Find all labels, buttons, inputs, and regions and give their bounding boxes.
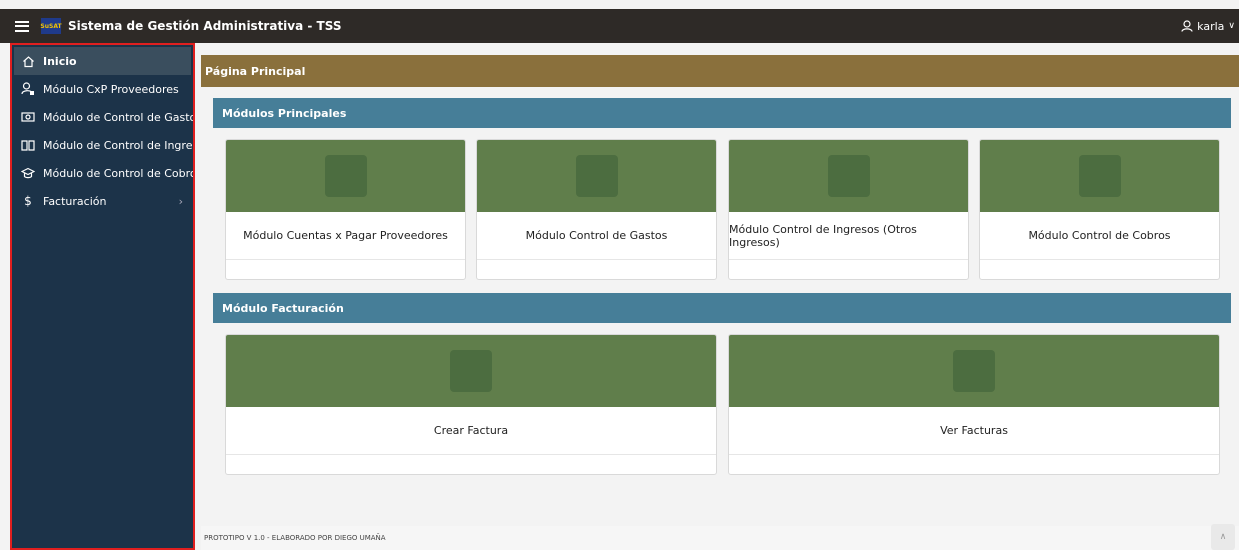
- sidebar-item-control-cobros[interactable]: Módulo de Control de Cobros: [12, 159, 193, 187]
- card-icon-area: [729, 140, 968, 212]
- app-logo: SuSAT: [40, 18, 62, 34]
- sidebar-item-control-ingresos[interactable]: Módulo de Control de Ingresos: [12, 131, 193, 159]
- graduation-icon: [21, 166, 35, 180]
- sidebar-item-cxp-proveedores[interactable]: Módulo CxP Proveedores: [12, 75, 193, 103]
- card-title: Crear Factura: [226, 407, 716, 455]
- card-placeholder-icon: [575, 155, 618, 197]
- app-root: SuSAT Sistema de Gestión Administrativa …: [0, 0, 1239, 550]
- sidebar-item-label: Módulo CxP Proveedores: [43, 82, 179, 96]
- chevron-up-icon: ∧: [1219, 532, 1227, 542]
- home-icon: [21, 54, 35, 68]
- region-header-facturacion: Módulo Facturación: [213, 293, 1231, 323]
- chevron-down-icon: ∨: [1228, 21, 1235, 31]
- card-control-cobros[interactable]: Módulo Control de Cobros: [979, 139, 1220, 280]
- user-menu[interactable]: karla ∨: [1181, 9, 1235, 43]
- region-header-principales: Módulos Principales: [213, 98, 1231, 128]
- sidebar-item-label: Inicio: [43, 54, 77, 68]
- sidebar-item-label: Módulo de Control de Gasto...: [43, 110, 193, 124]
- card-title: Ver Facturas: [729, 407, 1219, 455]
- user-lock-icon: [21, 82, 35, 96]
- hamburger-menu-icon[interactable]: [15, 20, 29, 32]
- sidebar-item-label: Módulo de Control de Cobros: [43, 166, 193, 180]
- app-title[interactable]: Sistema de Gestión Administrativa - TSS: [68, 19, 342, 33]
- card-title: Módulo Control de Cobros: [980, 212, 1219, 260]
- sidebar: Inicio Módulo CxP Proveedores Módulo de …: [10, 43, 195, 550]
- footer: PROTOTIPO V 1.0 - ELABORADO POR DIEGO UM…: [201, 526, 1239, 550]
- sidebar-item-control-gastos[interactable]: Módulo de Control de Gasto...: [12, 103, 193, 131]
- card-title: Módulo Control de Gastos: [477, 212, 716, 260]
- money-icon: [21, 110, 35, 124]
- sidebar-item-label: Facturación: [43, 194, 107, 208]
- footer-text: PROTOTIPO V 1.0 - ELABORADO POR DIEGO UM…: [204, 534, 386, 542]
- book-icon: [21, 138, 35, 152]
- card-icon-area: [477, 140, 716, 212]
- card-title: Módulo Control de Ingresos (Otros Ingres…: [729, 212, 968, 260]
- scroll-top-button[interactable]: ∧: [1211, 524, 1235, 550]
- card-placeholder-icon: [827, 155, 870, 197]
- user-icon: [1181, 20, 1193, 32]
- card-placeholder-icon: [450, 350, 492, 392]
- sidebar-item-facturacion[interactable]: $ Facturación ›: [12, 187, 193, 215]
- card-icon-area: [226, 335, 716, 407]
- sidebar-item-label: Módulo de Control de Ingresos: [43, 138, 193, 152]
- card-ver-facturas[interactable]: Ver Facturas: [728, 334, 1220, 475]
- user-name: karla: [1197, 19, 1225, 33]
- top-bar: SuSAT Sistema de Gestión Administrativa …: [0, 9, 1239, 43]
- dollar-icon: $: [24, 194, 32, 208]
- main-content: Página Principal: [201, 55, 1239, 87]
- card-control-gastos[interactable]: Módulo Control de Gastos: [476, 139, 717, 280]
- card-icon-area: [226, 140, 465, 212]
- card-control-ingresos[interactable]: Módulo Control de Ingresos (Otros Ingres…: [728, 139, 969, 280]
- card-cxp-proveedores[interactable]: Módulo Cuentas x Pagar Proveedores: [225, 139, 466, 280]
- card-icon-area: [729, 335, 1219, 407]
- card-placeholder-icon: [1078, 155, 1121, 197]
- card-placeholder-icon: [953, 350, 995, 392]
- card-placeholder-icon: [324, 155, 367, 197]
- card-title: Módulo Cuentas x Pagar Proveedores: [226, 212, 465, 260]
- chevron-right-icon[interactable]: ›: [179, 195, 183, 208]
- card-icon-area: [980, 140, 1219, 212]
- card-crear-factura[interactable]: Crear Factura: [225, 334, 717, 475]
- page-title: Página Principal: [201, 55, 1239, 87]
- sidebar-item-inicio[interactable]: Inicio: [14, 47, 191, 75]
